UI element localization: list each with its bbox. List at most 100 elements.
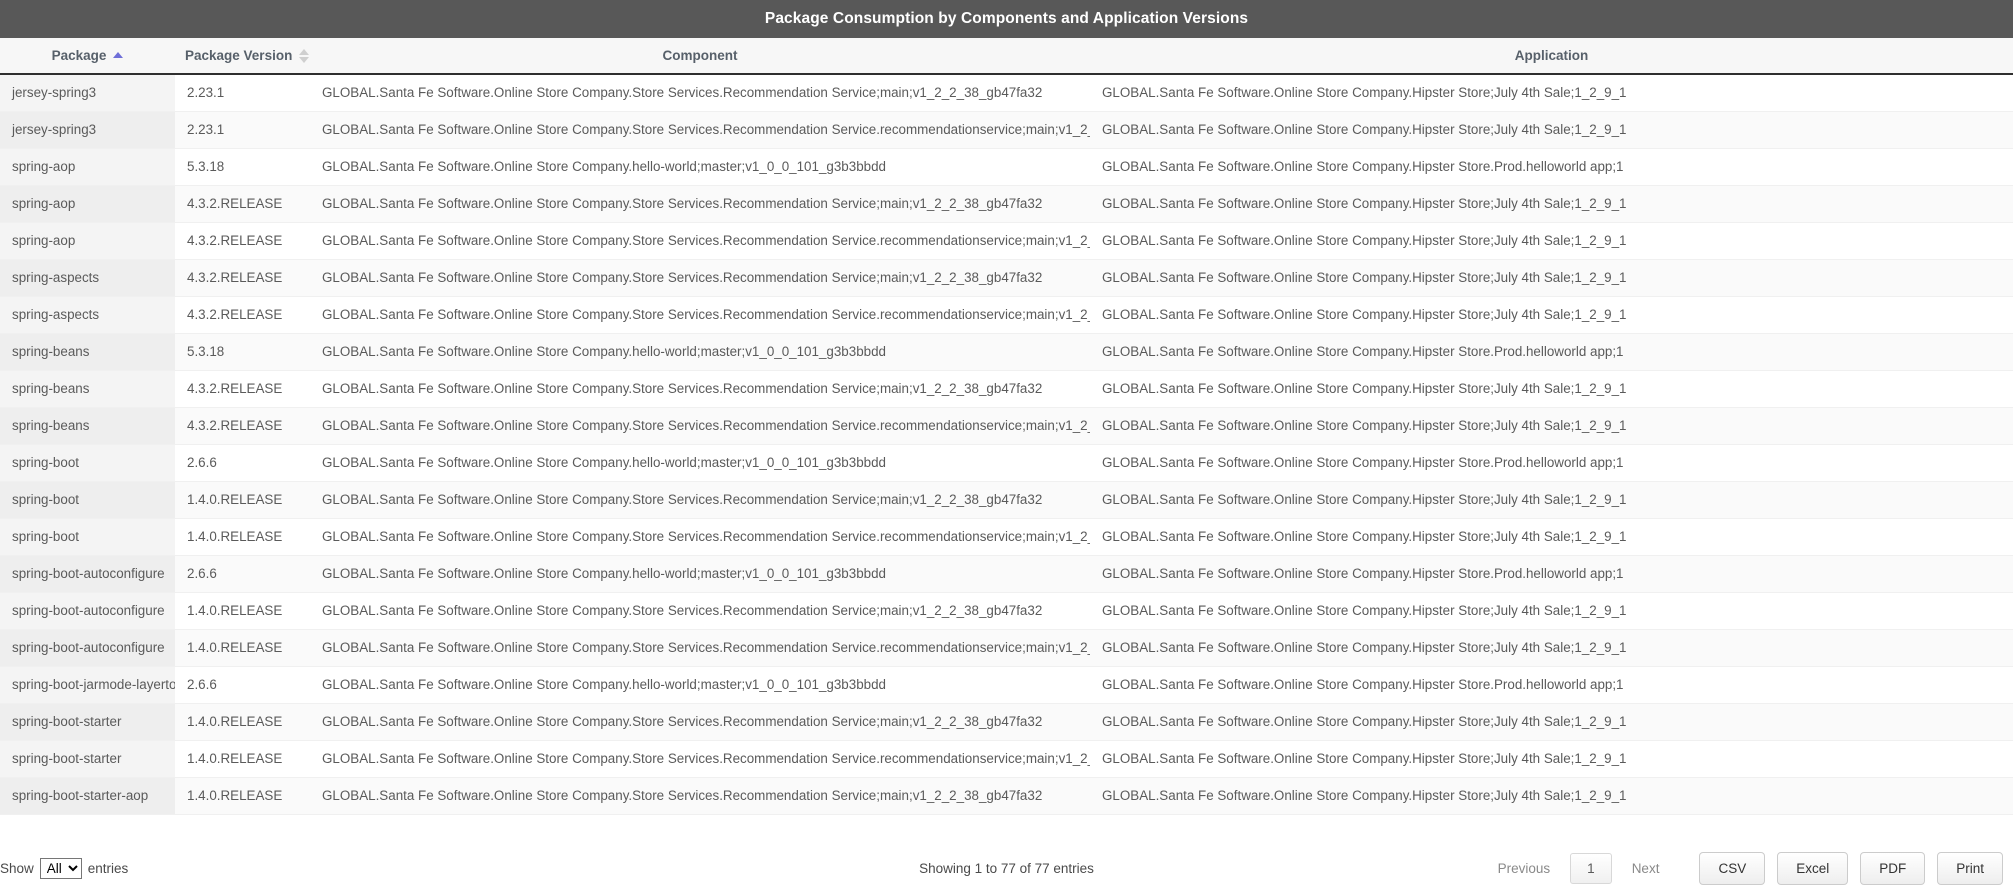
cell-package: spring-boot — [0, 518, 175, 556]
table-row[interactable]: spring-boot-autoconfigure 1.4.0.RELEASE GL… — [0, 629, 2013, 667]
cell-component: GLOBAL.Santa Fe Software.Online Store Co… — [310, 148, 1090, 186]
table-row[interactable]: jersey-spring3 2.23.1 GLOBAL.Santa Fe Soft… — [0, 111, 2013, 149]
entries-label: entries — [87, 861, 129, 876]
table-row[interactable]: spring-boot-starter-aop 1.4.0.RELEASE GLOB… — [0, 777, 2013, 815]
report-title-bar: Package Consumption by Components and Ap… — [0, 0, 2013, 38]
cell-package: spring-beans — [0, 370, 175, 408]
cell-package: spring-aspects — [0, 259, 175, 297]
cell-application: GLOBAL.Santa Fe Software.Online Store Co… — [1090, 185, 2013, 223]
cell-component: GLOBAL.Santa Fe Software.Online Store Co… — [310, 185, 1090, 223]
cell-package-version: 1.4.0.RELEASE — [175, 740, 310, 778]
cell-package-version: 1.4.0.RELEASE — [175, 481, 310, 519]
pagination-page-1[interactable]: 1 — [1570, 853, 1612, 884]
export-buttons: CSV Excel PDF Print — [1699, 852, 2003, 885]
page-title: Package Consumption by Components and Ap… — [764, 10, 1249, 27]
cell-component: GLOBAL.Santa Fe Software.Online Store Co… — [310, 629, 1090, 667]
cell-package-version: 4.3.2.RELEASE — [175, 407, 310, 445]
cell-component: GLOBAL.Santa Fe Software.Online Store Co… — [310, 555, 1090, 593]
cell-component: GLOBAL.Santa Fe Software.Online Store Co… — [310, 111, 1090, 149]
cell-application: GLOBAL.Santa Fe Software.Online Store Co… — [1090, 629, 2013, 667]
pagination-next[interactable]: Next — [1618, 855, 1674, 882]
column-header-application[interactable]: Application — [1090, 38, 2013, 75]
cell-component: GLOBAL.Santa Fe Software.Online Store Co… — [310, 74, 1090, 112]
cell-package: spring-boot — [0, 481, 175, 519]
page-length-select[interactable]: All — [39, 858, 82, 879]
cell-application: GLOBAL.Santa Fe Software.Online Store Co… — [1090, 592, 2013, 630]
table-row[interactable]: spring-aop 5.3.18 GLOBAL.Santa Fe Software… — [0, 148, 2013, 186]
table-scroll-region[interactable]: Package Package Version Component Applic… — [0, 38, 2013, 840]
cell-package-version: 4.3.2.RELEASE — [175, 185, 310, 223]
cell-package: spring-aop — [0, 185, 175, 223]
sort-icon[interactable] — [299, 48, 310, 63]
export-pdf-button[interactable]: PDF — [1860, 852, 1926, 885]
cell-application: GLOBAL.Santa Fe Software.Online Store Co… — [1090, 370, 2013, 408]
cell-package-version: 1.4.0.RELEASE — [175, 703, 310, 741]
pagination: Previous 1 Next — [1484, 853, 1674, 884]
table-row[interactable]: spring-beans 4.3.2.RELEASE GLOBAL.Santa Fe… — [0, 407, 2013, 445]
cell-package: spring-boot-autoconfigure — [0, 592, 175, 630]
table-row[interactable]: spring-aop 4.3.2.RELEASE GLOBAL.Santa Fe S… — [0, 222, 2013, 260]
cell-application: GLOBAL.Santa Fe Software.Online Store Co… — [1090, 333, 2013, 371]
cell-package-version: 1.4.0.RELEASE — [175, 592, 310, 630]
cell-package-version: 1.4.0.RELEASE — [175, 777, 310, 815]
cell-application: GLOBAL.Santa Fe Software.Online Store Co… — [1090, 740, 2013, 778]
table-row[interactable]: spring-boot-starter 1.4.0.RELEASE GLOBAL.S… — [0, 703, 2013, 741]
table-row[interactable]: spring-aop 4.3.2.RELEASE GLOBAL.Santa Fe S… — [0, 185, 2013, 223]
cell-component: GLOBAL.Santa Fe Software.Online Store Co… — [310, 481, 1090, 519]
cell-component: GLOBAL.Santa Fe Software.Online Store Co… — [310, 666, 1090, 704]
export-csv-button[interactable]: CSV — [1699, 852, 1766, 885]
table-row[interactable]: spring-boot-autoconfigure 2.6.6 GLOBAL.San… — [0, 555, 2013, 593]
table-row[interactable]: spring-aspects 4.3.2.RELEASE GLOBAL.Santa … — [0, 296, 2013, 334]
table-row[interactable]: jersey-spring3 2.23.1 GLOBAL.Santa Fe Soft… — [0, 74, 2013, 112]
cell-package: jersey-spring3 — [0, 74, 175, 112]
cell-package-version: 2.6.6 — [175, 555, 310, 593]
table-row[interactable]: spring-boot-starter 1.4.0.RELEASE GLOBAL.S… — [0, 740, 2013, 778]
table-row[interactable]: spring-boot 1.4.0.RELEASE GLOBAL.Santa Fe … — [0, 481, 2013, 519]
cell-package: spring-beans — [0, 407, 175, 445]
cell-component: GLOBAL.Santa Fe Software.Online Store Co… — [310, 444, 1090, 482]
cell-package-version: 1.4.0.RELEASE — [175, 518, 310, 556]
cell-application: GLOBAL.Santa Fe Software.Online Store Co… — [1090, 74, 2013, 112]
table-row[interactable]: spring-boot 1.4.0.RELEASE GLOBAL.Santa Fe … — [0, 518, 2013, 556]
cell-application: GLOBAL.Santa Fe Software.Online Store Co… — [1090, 518, 2013, 556]
table-row[interactable]: spring-beans 4.3.2.RELEASE GLOBAL.Santa Fe… — [0, 370, 2013, 408]
table-row[interactable]: spring-aspects 4.3.2.RELEASE GLOBAL.Santa … — [0, 259, 2013, 297]
cell-component: GLOBAL.Santa Fe Software.Online Store Co… — [310, 740, 1090, 778]
cell-component: GLOBAL.Santa Fe Software.Online Store Co… — [310, 518, 1090, 556]
table-row[interactable]: spring-beans 5.3.18 GLOBAL.Santa Fe Softwa… — [0, 333, 2013, 371]
pagination-previous[interactable]: Previous — [1484, 855, 1565, 882]
sort-ascending-icon[interactable] — [113, 51, 124, 60]
page-length-control: Show All entries — [0, 858, 128, 879]
cell-package-version: 2.6.6 — [175, 444, 310, 482]
cell-application: GLOBAL.Santa Fe Software.Online Store Co… — [1090, 777, 2013, 815]
export-excel-button[interactable]: Excel — [1777, 852, 1849, 885]
table-header-row: Package Package Version Component Applic… — [0, 38, 2013, 75]
cell-application: GLOBAL.Santa Fe Software.Online Store Co… — [1090, 555, 2013, 593]
cell-application: GLOBAL.Santa Fe Software.Online Store Co… — [1090, 222, 2013, 260]
cell-package: spring-aop — [0, 148, 175, 186]
table-footer: Show All entries Showing 1 to 77 of 77 e… — [0, 840, 2013, 896]
column-header-package-version[interactable]: Package Version — [175, 38, 310, 75]
cell-application: GLOBAL.Santa Fe Software.Online Store Co… — [1090, 407, 2013, 445]
column-header-component[interactable]: Component — [310, 38, 1440, 75]
table-row[interactable]: spring-boot-autoconfigure 1.4.0.RELEASE GL… — [0, 592, 2013, 630]
cell-package: jersey-spring3 — [0, 111, 175, 149]
column-header-package[interactable]: Package — [0, 38, 175, 75]
table-row[interactable]: spring-boot-jarmode-layertools2.6.6GLOBA… — [0, 666, 2013, 704]
cell-package: spring-boot-starter-aop — [0, 777, 175, 815]
cell-package: spring-aop — [0, 222, 175, 260]
table-row[interactable]: spring-boot 2.6.6 GLOBAL.Santa Fe Software… — [0, 444, 2013, 482]
cell-application: GLOBAL.Santa Fe Software.Online Store Co… — [1090, 148, 2013, 186]
cell-application: GLOBAL.Santa Fe Software.Online Store Co… — [1090, 703, 2013, 741]
footer-right-controls: Previous 1 Next CSV Excel PDF Print — [1484, 852, 2003, 885]
cell-package-version: 4.3.2.RELEASE — [175, 259, 310, 297]
cell-component: GLOBAL.Santa Fe Software.Online Store Co… — [310, 333, 1090, 371]
cell-package: spring-boot-autoconfigure — [0, 629, 175, 667]
cell-package: spring-boot-autoconfigure — [0, 555, 175, 593]
print-button[interactable]: Print — [1937, 852, 2003, 885]
cell-package-version: 5.3.18 — [175, 333, 310, 371]
cell-application: GLOBAL.Santa Fe Software.Online Store Co… — [1090, 296, 2013, 334]
cell-component: GLOBAL.Santa Fe Software.Online Store Co… — [310, 703, 1090, 741]
cell-package-version: 5.3.18 — [175, 148, 310, 186]
column-header-package-label: Package — [51, 48, 107, 63]
